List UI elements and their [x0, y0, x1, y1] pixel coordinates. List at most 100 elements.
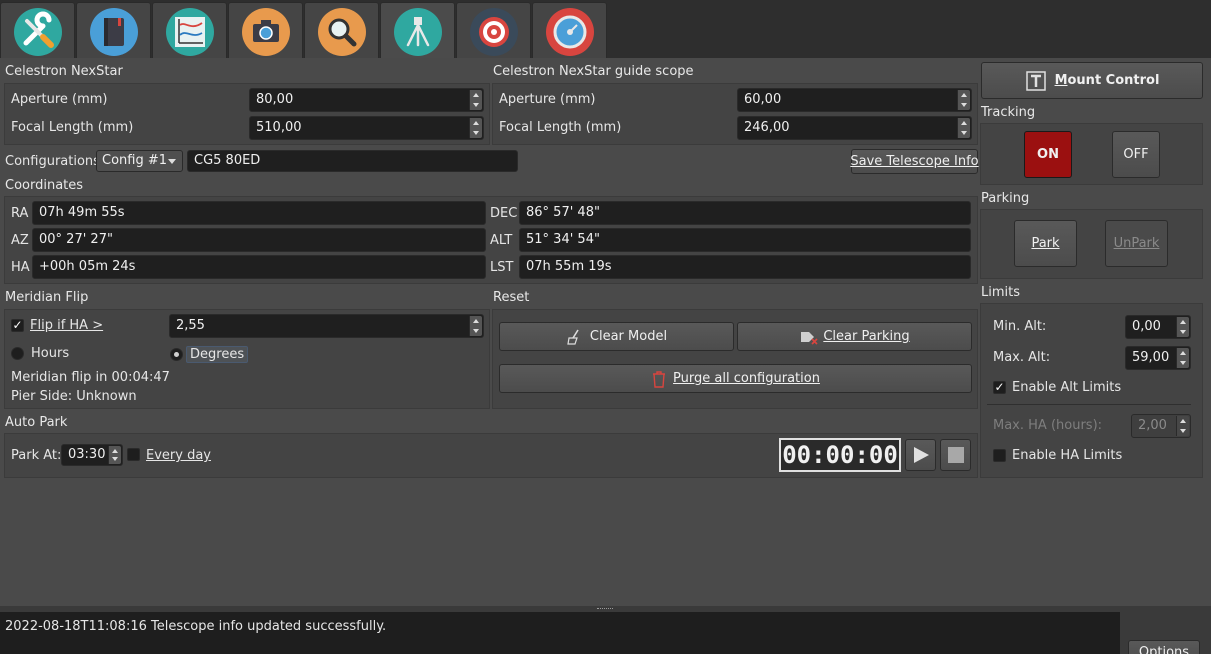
tracking-on-button[interactable]: ON: [1024, 131, 1072, 178]
save-telescope-info-button[interactable]: Save Telescope Info: [850, 149, 979, 174]
tab-bar: [0, 0, 1211, 59]
unpark-button[interactable]: UnPark: [1105, 220, 1168, 267]
spin-arrows-icon[interactable]: [957, 118, 970, 138]
mount-control-icon: [1025, 70, 1046, 91]
lst-label: LST: [490, 260, 514, 275]
spin-arrows-icon[interactable]: [469, 118, 482, 138]
notebook-icon: [90, 8, 138, 56]
config-name-input[interactable]: CG5 80ED: [187, 150, 518, 172]
stop-icon: [947, 447, 964, 463]
park-at-label: Park At:: [11, 448, 62, 463]
tag-delete-icon: [801, 331, 818, 345]
tracking-off-button[interactable]: OFF: [1112, 131, 1160, 178]
auto-park-title: Auto Park: [5, 415, 68, 430]
purge-configuration-button[interactable]: Purge all configuration: [499, 364, 972, 393]
primary-aperture-input[interactable]: 80,00: [249, 88, 484, 112]
clear-parking-button[interactable]: Clear Parking: [737, 322, 972, 351]
limits-title: Limits: [981, 285, 1020, 300]
tab-tools[interactable]: [0, 2, 75, 58]
parking-title: Parking: [981, 191, 1030, 206]
ha-label: HA: [11, 260, 30, 275]
limits-divider: [987, 404, 1191, 405]
clear-model-button[interactable]: Clear Model: [499, 322, 734, 351]
play-icon: [913, 447, 929, 463]
guide-icon: [546, 8, 594, 56]
primary-aperture-label: Aperture (mm): [11, 92, 108, 107]
save-telescope-label: Save Telescope Info: [850, 154, 979, 169]
unpark-label: UnPark: [1113, 236, 1160, 251]
lst-value: 07h 55m 19s: [519, 255, 971, 279]
primary-focal-label: Focal Length (mm): [11, 120, 134, 135]
max-alt-input[interactable]: 59,00: [1125, 346, 1191, 370]
tab-guide[interactable]: [532, 2, 607, 58]
tab-search[interactable]: [304, 2, 379, 58]
flip-checkbox[interactable]: ✓: [11, 319, 24, 332]
purge-label: Purge all configuration: [673, 371, 820, 386]
broom-icon: [567, 329, 579, 345]
reset-title: Reset: [493, 290, 530, 305]
mount-control-label: Mount Control: [1054, 73, 1160, 88]
stop-timer-button[interactable]: [940, 439, 971, 471]
spin-arrows-icon[interactable]: [469, 316, 482, 336]
ra-label: RA: [11, 206, 29, 221]
min-alt-input[interactable]: 0,00: [1125, 315, 1191, 339]
spin-arrows-icon[interactable]: [1176, 348, 1189, 368]
trash-icon: [653, 370, 666, 388]
park-at-input[interactable]: 03:30: [61, 444, 123, 466]
graph-icon: [166, 8, 214, 56]
park-button[interactable]: Park: [1014, 220, 1077, 267]
degrees-radio[interactable]: [170, 348, 183, 361]
flip-ha-input[interactable]: 2,55: [169, 314, 484, 338]
spin-arrows-icon[interactable]: [1176, 416, 1189, 436]
start-timer-button[interactable]: [905, 439, 936, 471]
min-alt-label: Min. Alt:: [993, 319, 1047, 334]
every-day-label: Every day: [146, 448, 211, 463]
park-at-value: 03:30: [68, 447, 106, 462]
enable-ha-limits-checkbox[interactable]: [993, 449, 1006, 462]
options-button[interactable]: Options: [1128, 640, 1200, 654]
guide-aperture-input[interactable]: 60,00: [737, 88, 972, 112]
flip-ha-value: 2,55: [176, 318, 205, 333]
alt-label: ALT: [490, 233, 513, 248]
tracking-title: Tracking: [981, 105, 1036, 120]
tab-notebook[interactable]: [76, 2, 151, 58]
tab-camera[interactable]: [228, 2, 303, 58]
dec-value: 86° 57' 48": [519, 201, 971, 225]
spin-arrows-icon[interactable]: [957, 90, 970, 110]
degrees-label: Degrees: [186, 346, 249, 363]
enable-ha-limits-label: Enable HA Limits: [1012, 448, 1123, 463]
clear-model-label: Clear Model: [589, 329, 668, 344]
target-icon: [470, 8, 518, 56]
spin-arrows-icon[interactable]: [469, 90, 482, 110]
tab-analyze[interactable]: [152, 2, 227, 58]
guide-focal-value: 246,00: [744, 120, 790, 135]
tab-telescope[interactable]: [380, 2, 455, 59]
hours-label: Hours: [31, 346, 70, 361]
spin-arrows-icon[interactable]: [1176, 317, 1189, 337]
meridian-flip-title: Meridian Flip: [5, 290, 89, 305]
guide-focal-label: Focal Length (mm): [499, 120, 622, 135]
hours-radio[interactable]: [11, 347, 24, 360]
primary-focal-value: 510,00: [256, 120, 302, 135]
every-day-checkbox[interactable]: [127, 448, 140, 461]
park-label: Park: [1031, 236, 1060, 251]
mount-control-button[interactable]: Mount Control: [981, 62, 1203, 99]
spin-arrows-icon[interactable]: [108, 446, 121, 464]
max-ha-input[interactable]: 2,00: [1131, 414, 1191, 438]
guide-focal-input[interactable]: 246,00: [737, 116, 972, 140]
tools-icon: [14, 8, 62, 56]
enable-alt-limits-checkbox[interactable]: ✓: [993, 381, 1006, 394]
pier-side-status: Pier Side: Unknown: [11, 389, 137, 404]
tab-target[interactable]: [456, 2, 531, 58]
config-select[interactable]: Config #1: [96, 150, 183, 172]
ra-value: 07h 49m 55s: [32, 201, 486, 225]
tracking-panel: [980, 123, 1203, 185]
clear-parking-label: Clear Parking: [823, 329, 910, 344]
max-alt-label: Max. Alt:: [993, 350, 1051, 365]
max-ha-label: Max. HA (hours):: [993, 418, 1103, 433]
primary-focal-input[interactable]: 510,00: [249, 116, 484, 140]
max-alt-value: 59,00: [1132, 350, 1170, 365]
alt-value: 51° 34' 54": [519, 228, 971, 252]
dec-label: DEC: [490, 206, 518, 221]
min-alt-value: 0,00: [1132, 319, 1161, 334]
